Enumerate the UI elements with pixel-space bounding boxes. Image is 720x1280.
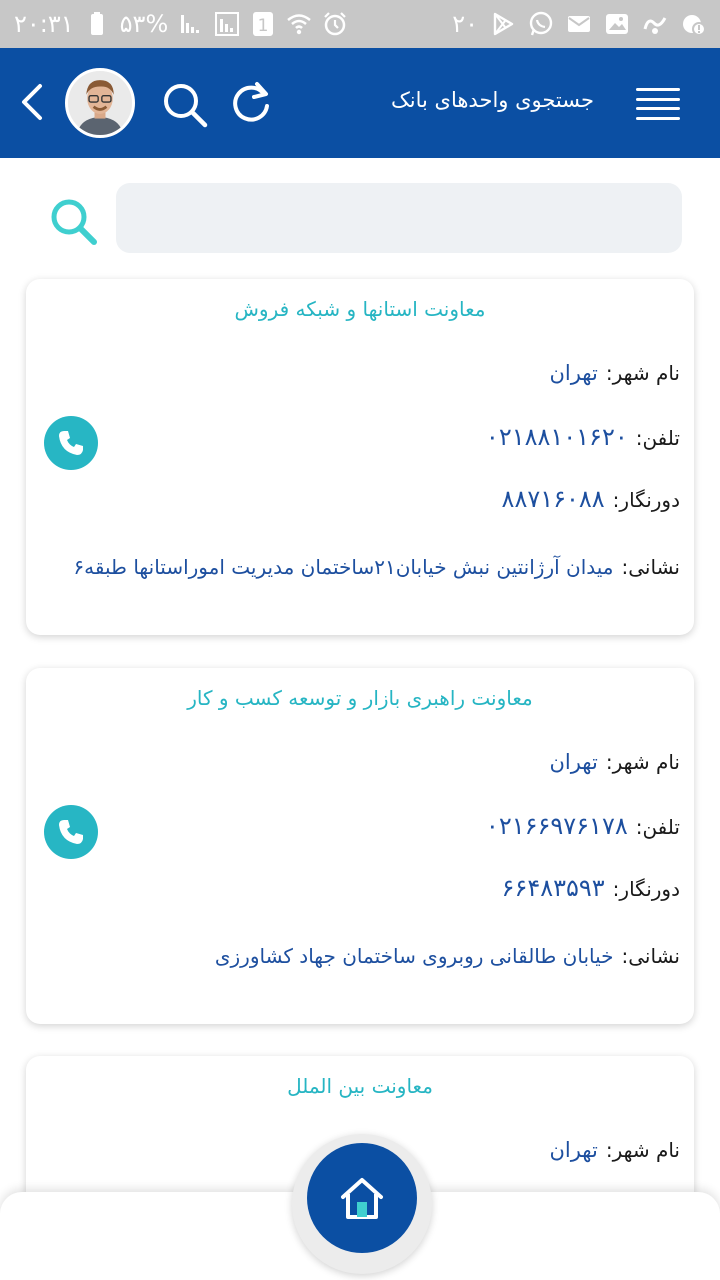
sim-icon: 1	[250, 11, 276, 37]
gallery-icon	[604, 11, 630, 37]
avatar[interactable]	[65, 68, 135, 138]
unit-card: معاونت استانها و شبکه فروش نام شهر: تهرا…	[26, 279, 694, 635]
app-header: جستجوی واحدهای بانک	[0, 48, 720, 158]
notification-icon	[680, 11, 706, 37]
mail-icon	[566, 11, 592, 37]
city-row: نام شهر: تهران	[549, 750, 680, 774]
battery-icon	[84, 11, 110, 37]
user-avatar-icon	[68, 71, 132, 135]
search-button[interactable]	[48, 196, 100, 248]
phone-row: تلفن: ۰۲۱۸۸۱۰۱۶۲۰	[486, 423, 680, 451]
search-icon	[51, 199, 97, 245]
home-button[interactable]	[307, 1143, 417, 1253]
fax-value: ۸۸۷۱۶۰۸۸	[501, 485, 605, 513]
phone-icon	[59, 820, 83, 844]
play-store-icon	[490, 11, 516, 37]
city-row: نام شهر: تهران	[549, 1138, 680, 1162]
notification-count: ۲۰	[452, 10, 478, 38]
status-bar: ۲۰:۳۱ ۵۳% 1 ۲۰	[0, 0, 720, 48]
city-label: نام شهر:	[605, 750, 680, 774]
call-button[interactable]	[44, 805, 98, 859]
status-bar-left: ۲۰:۳۱ ۵۳% 1	[14, 8, 348, 40]
unit-title: معاونت استانها و شبکه فروش	[234, 297, 486, 321]
address-value: خیابان طالقانی روبروی ساختمان جهاد کشاور…	[214, 944, 614, 968]
call-button[interactable]	[44, 416, 98, 470]
phone-icon	[59, 431, 83, 455]
alarm-icon	[322, 11, 348, 37]
status-bar-right: ۲۰	[452, 8, 706, 40]
fax-row: دورنگار: ۸۸۷۱۶۰۸۸	[502, 485, 680, 513]
fax-label: دورنگار:	[612, 877, 680, 901]
chevron-left-icon	[22, 84, 42, 120]
page-title: جستجوی واحدهای بانک	[390, 88, 594, 112]
home-icon	[341, 1178, 383, 1219]
city-row: نام شهر: تهران	[549, 361, 680, 385]
search-icon	[164, 84, 208, 128]
back-button[interactable]	[14, 82, 50, 122]
phone-row: تلفن: ۰۲۱۶۶۹۷۶۱۷۸	[486, 812, 680, 840]
address-row: نشانی: میدان آرژانتین نبش خیابان۲۱ساختما…	[44, 547, 680, 587]
whatsapp-icon	[528, 11, 554, 37]
phone-label: تلفن:	[635, 815, 680, 839]
address-label: نشانی:	[621, 555, 680, 579]
city-label: نام شهر:	[605, 361, 680, 385]
fax-row: دورنگار: ۶۶۴۸۳۵۹۳	[502, 874, 680, 902]
app-icon	[642, 11, 668, 37]
hamburger-icon	[636, 88, 680, 91]
battery-percent: ۵۳%	[119, 10, 169, 38]
phone-value[interactable]: ۰۲۱۶۶۹۷۶۱۷۸	[486, 812, 628, 840]
status-time: ۲۰:۳۱	[14, 10, 74, 38]
address-value: میدان آرژانتین نبش خیابان۲۱ساختمان مدیری…	[73, 555, 614, 579]
refresh-button[interactable]	[228, 80, 274, 126]
header-search-button[interactable]	[160, 80, 210, 130]
phone-label: تلفن:	[635, 426, 680, 450]
wifi-icon	[286, 11, 312, 37]
city-value: تهران	[549, 750, 598, 774]
address-label: نشانی:	[621, 944, 680, 968]
unit-title: معاونت راهبری بازار و توسعه کسب و کار	[187, 686, 533, 710]
signal-icon	[178, 11, 204, 37]
unit-title: معاونت بین الملل	[287, 1074, 433, 1098]
address-row: نشانی: خیابان طالقانی روبروی ساختمان جها…	[44, 936, 680, 976]
city-value: تهران	[549, 361, 598, 385]
sim-badge: 1	[258, 16, 269, 36]
menu-button[interactable]	[636, 88, 680, 120]
signal-icon	[214, 11, 240, 37]
fax-label: دورنگار:	[612, 488, 680, 512]
city-value: تهران	[549, 1138, 598, 1162]
city-label: نام شهر:	[605, 1138, 680, 1162]
refresh-icon	[233, 82, 269, 122]
unit-card: معاونت راهبری بازار و توسعه کسب و کار نا…	[26, 668, 694, 1024]
search-input[interactable]	[116, 183, 682, 253]
fax-value: ۶۶۴۸۳۵۹۳	[501, 874, 605, 902]
phone-value[interactable]: ۰۲۱۸۸۱۰۱۶۲۰	[486, 423, 628, 451]
